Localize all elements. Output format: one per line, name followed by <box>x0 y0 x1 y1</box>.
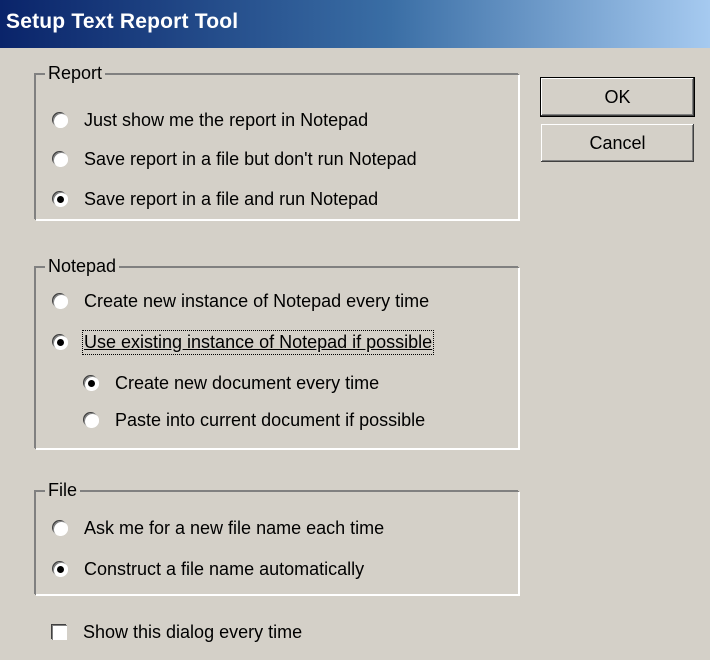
notepad-suboption-label: Paste into current document if possible <box>115 409 426 430</box>
notepad-option-label: Use existing instance of Notepad if poss… <box>81 329 435 355</box>
report-option-notepad-only[interactable]: Just show me the report in Notepad <box>53 107 368 133</box>
radio-button[interactable] <box>53 151 68 167</box>
radio-button[interactable] <box>53 191 68 207</box>
notepad-group-legend: Notepad <box>45 254 120 278</box>
title-bar: Setup Text Report Tool <box>0 0 710 48</box>
report-option-save-no-notepad[interactable]: Save report in a file but don't run Note… <box>53 146 417 172</box>
file-group-legend: File <box>45 478 81 502</box>
show-dialog-option[interactable]: Show this dialog every time <box>52 619 302 645</box>
report-option-label: Save report in a file and run Notepad <box>84 188 379 209</box>
ok-button[interactable]: OK <box>540 77 695 117</box>
window-title: Setup Text Report Tool <box>6 10 239 33</box>
file-option-ask-name[interactable]: Ask me for a new file name each time <box>53 515 384 541</box>
report-option-label: Save report in a file but don't run Note… <box>84 148 417 169</box>
notepad-option-new-instance[interactable]: Create new instance of Notepad every tim… <box>53 288 429 314</box>
notepad-option-existing-instance[interactable]: Use existing instance of Notepad if poss… <box>53 329 435 355</box>
file-option-label: Ask me for a new file name each time <box>84 517 385 538</box>
show-dialog-label: Show this dialog every time <box>83 621 303 642</box>
radio-button[interactable] <box>53 334 68 350</box>
show-dialog-checkbox[interactable] <box>52 624 67 640</box>
file-option-label: Construct a file name automatically <box>84 558 365 579</box>
radio-button[interactable] <box>84 412 99 428</box>
notepad-suboption-paste-current[interactable]: Paste into current document if possible <box>84 407 425 433</box>
radio-button[interactable] <box>53 112 68 128</box>
report-option-label: Just show me the report in Notepad <box>84 109 369 130</box>
cancel-button[interactable]: Cancel <box>541 124 694 162</box>
radio-button[interactable] <box>53 520 68 536</box>
notepad-suboption-label: Create new document every time <box>115 372 380 393</box>
report-option-save-and-notepad[interactable]: Save report in a file and run Notepad <box>53 186 378 212</box>
radio-button[interactable] <box>84 375 99 391</box>
file-option-auto-name[interactable]: Construct a file name automatically <box>53 556 364 582</box>
radio-button[interactable] <box>53 561 68 577</box>
radio-button[interactable] <box>53 293 68 309</box>
report-group-legend: Report <box>45 61 106 85</box>
notepad-suboption-new-document[interactable]: Create new document every time <box>84 370 379 396</box>
notepad-option-label: Create new instance of Notepad every tim… <box>84 290 430 311</box>
